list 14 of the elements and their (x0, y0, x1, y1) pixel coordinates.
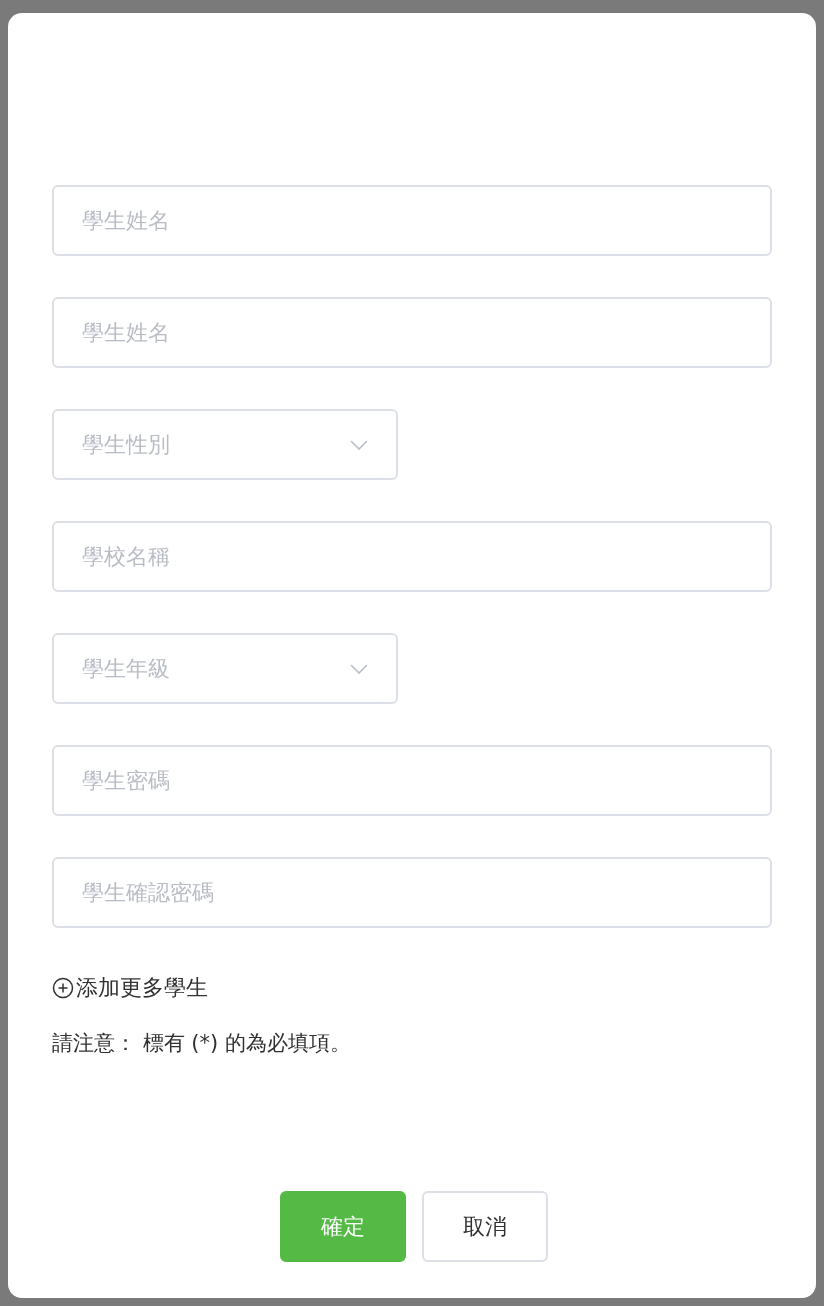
input-field[interactable]: 學校名稱 (52, 521, 772, 592)
chevron-down-icon (350, 663, 368, 674)
cancel-button[interactable]: 取消 (422, 1191, 548, 1262)
dropdown-field[interactable]: 學生年級 (52, 633, 398, 704)
note-text: 請注意： 標有 (*) 的為必填項。 (52, 1029, 352, 1057)
confirm-button[interactable]: 確定 (280, 1191, 406, 1262)
input-field[interactable]: 學生姓名 (52, 185, 772, 256)
chevron-down-icon (350, 439, 368, 450)
input-field[interactable]: 學生密碼 (52, 745, 772, 816)
dropdown-field[interactable]: 學生性別 (52, 409, 398, 480)
add-circle-icon (52, 976, 74, 999)
input-field[interactable]: 學生確認密碼 (52, 857, 772, 928)
input-field[interactable]: 學生姓名 (52, 297, 772, 368)
add-more-link[interactable]: 添加更多學生 (52, 971, 208, 1004)
